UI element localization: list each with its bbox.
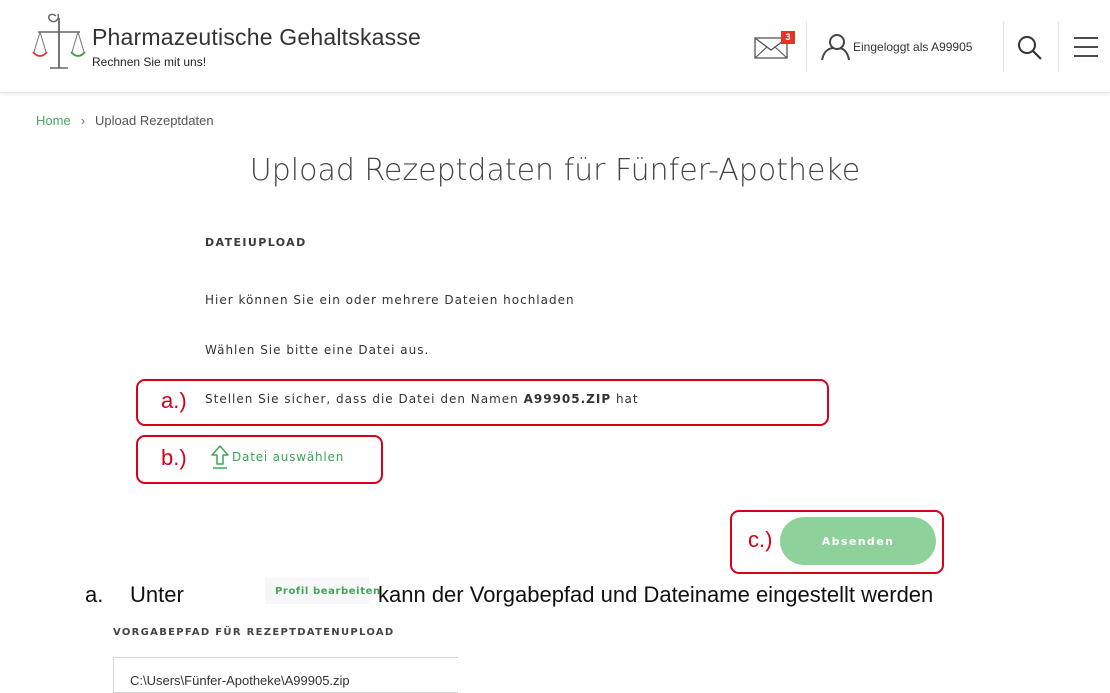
- search-icon[interactable]: [1016, 34, 1044, 62]
- choose-file-label: Datei auswählen: [232, 450, 345, 464]
- default-path-heading: VORGABEPFAD FÜR REZEPTDATENUPLOAD: [113, 627, 395, 638]
- submit-button[interactable]: Absenden: [780, 517, 936, 565]
- annotation-label-b: b.): [161, 445, 187, 470]
- logged-in-label[interactable]: Eingeloggt als A99905: [853, 40, 972, 54]
- logged-in-user-id: A99905: [931, 40, 973, 54]
- menu-icon[interactable]: [1072, 35, 1100, 59]
- instruction-text-before: Unter: [130, 582, 184, 607]
- brand-subtitle: Rechnen Sie mit uns!: [92, 55, 207, 69]
- header-divider: [806, 22, 807, 72]
- brand-title[interactable]: Pharmazeutische Gehaltskasse: [92, 24, 421, 51]
- section-heading: DATEIUPLOAD: [205, 236, 307, 249]
- site-header: Pharmazeutische Gehaltskasse Rechnen Sie…: [0, 0, 1110, 93]
- annotation-box-a: [136, 379, 829, 426]
- breadcrumb-separator: ›: [80, 113, 86, 128]
- upload-info-line: Hier können Sie ein oder mehrere Dateien…: [205, 293, 575, 307]
- annotation-label-c: c.): [748, 527, 773, 552]
- annotation-label-a: a.): [161, 388, 187, 413]
- default-path-input[interactable]: [113, 657, 458, 693]
- page-title: Upload Rezeptdaten für Fünfer-Apotheke: [249, 153, 861, 188]
- breadcrumb-current: Upload Rezeptdaten: [95, 113, 214, 128]
- upload-instruction-line: Wählen Sie bitte eine Datei aus.: [205, 343, 430, 357]
- user-icon[interactable]: [820, 32, 850, 62]
- breadcrumb: Home › Upload Rezeptdaten: [36, 113, 214, 128]
- header-divider: [1058, 22, 1059, 72]
- upload-arrow-icon: [211, 445, 229, 469]
- choose-file-button[interactable]: Datei auswählen: [210, 444, 344, 470]
- logged-in-prefix: Eingeloggt als: [853, 40, 932, 54]
- breadcrumb-home-link[interactable]: Home: [36, 113, 71, 128]
- edit-profile-label: Profil bearbeiten: [275, 585, 381, 597]
- instruction-text-after: kann der Vorgabepfad und Dateiname einge…: [378, 582, 934, 607]
- list-marker: a.: [85, 582, 104, 607]
- edit-profile-button[interactable]: Profil bearbeiten: [265, 578, 380, 604]
- mail-count-badge: 3: [781, 31, 795, 44]
- scales-logo-icon[interactable]: [30, 10, 88, 70]
- header-divider: [1003, 22, 1004, 72]
